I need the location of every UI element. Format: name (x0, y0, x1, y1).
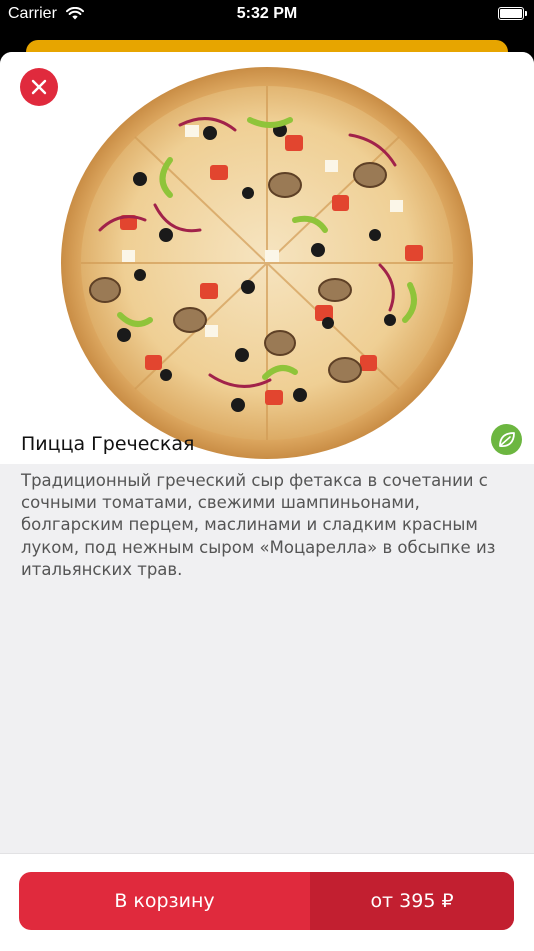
add-to-cart-button[interactable]: В корзину от 395 ₽ (19, 872, 514, 930)
close-button[interactable] (20, 68, 58, 106)
leaf-icon (498, 431, 515, 447)
vegetarian-badge (491, 424, 522, 455)
product-image-area (0, 52, 534, 464)
battery-fill (500, 9, 522, 18)
close-icon (31, 79, 47, 95)
clock: 5:32 PM (236, 5, 298, 22)
product-description: Традиционный греческий сыр фетакса в соч… (21, 471, 496, 579)
product-title: Пицца Греческая (21, 433, 195, 455)
battery-icon (498, 7, 527, 20)
price-label: от 395 ₽ (310, 872, 514, 930)
pizza-image (61, 67, 473, 459)
status-bar: Carrier 5:32 PM (0, 0, 534, 30)
add-to-cart-label: В корзину (114, 890, 215, 912)
